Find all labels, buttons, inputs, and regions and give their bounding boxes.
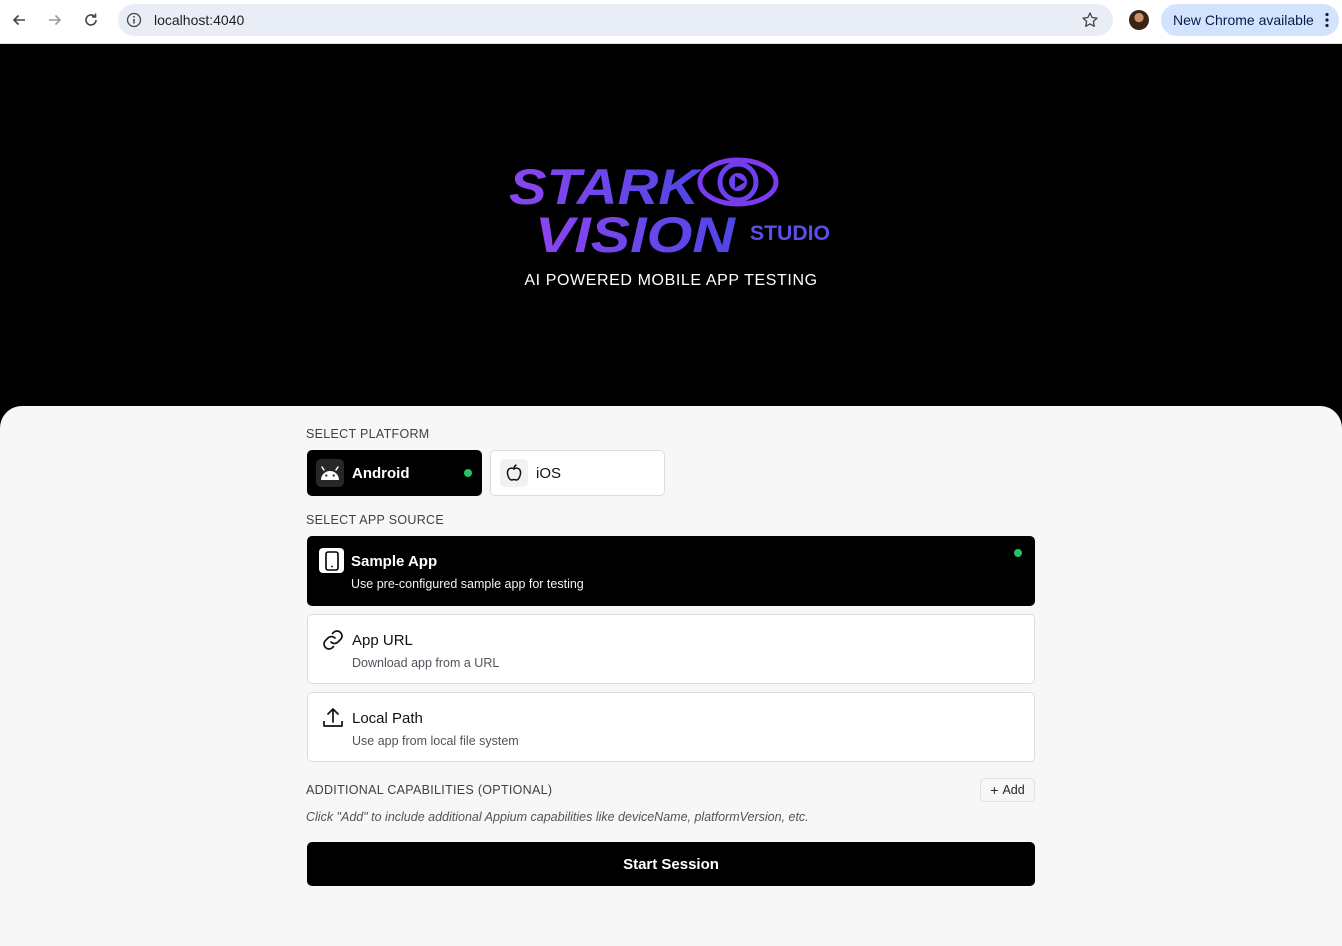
- stark-vision-logo: STARK VISION STUDIO: [509, 157, 830, 262]
- url-text[interactable]: localhost:4040: [154, 12, 244, 28]
- site-info-icon[interactable]: [126, 12, 142, 28]
- tagline: AI POWERED MOBILE APP TESTING: [524, 272, 818, 289]
- chrome-update-button[interactable]: New Chrome available: [1161, 4, 1339, 36]
- source-sample-app-card[interactable]: Sample App Use pre-configured sample app…: [307, 536, 1035, 606]
- platform-android-button[interactable]: Android: [307, 450, 482, 496]
- smartphone-icon: [319, 548, 344, 573]
- session-config-panel: SELECT PLATFORM Android iOS SELECT APP S…: [0, 406, 1342, 946]
- hero-banner: STARK VISION STUDIO AI POWERED MOBILE AP…: [0, 44, 1342, 414]
- source-app-url-card[interactable]: App URL Download app from a URL: [307, 614, 1035, 684]
- source-app-url-desc: Download app from a URL: [352, 656, 500, 670]
- link-icon: [320, 627, 345, 652]
- reload-icon: [85, 13, 97, 26]
- android-icon: [316, 459, 344, 487]
- eye-icon: [697, 157, 779, 207]
- source-sample-app-title: Sample App: [351, 553, 438, 570]
- start-session-button[interactable]: Start Session: [307, 842, 1035, 886]
- forward-button[interactable]: [43, 8, 67, 32]
- logo-line-2: VISION: [535, 207, 736, 262]
- bookmark-star-icon[interactable]: [1081, 11, 1099, 29]
- logo-suffix: STUDIO: [750, 222, 830, 245]
- forward-arrow-icon: [49, 14, 62, 26]
- platform-android-label: Android: [352, 464, 410, 482]
- profile-avatar[interactable]: [1129, 10, 1149, 30]
- back-arrow-icon: [12, 14, 25, 26]
- plus-icon: +: [990, 782, 999, 798]
- address-bar[interactable]: localhost:4040: [118, 4, 1113, 36]
- add-capability-label: Add: [1002, 783, 1025, 797]
- source-local-path-title: Local Path: [352, 710, 423, 727]
- upload-icon: [320, 705, 345, 730]
- source-local-path-desc: Use app from local file system: [352, 734, 519, 748]
- add-capability-button[interactable]: + Add: [980, 778, 1035, 802]
- platform-ios-button[interactable]: iOS: [490, 450, 665, 496]
- app-source-section-label: SELECT APP SOURCE: [306, 513, 445, 527]
- source-sample-app-desc: Use pre-configured sample app for testin…: [351, 577, 584, 591]
- capabilities-section-label: ADDITIONAL CAPABILITIES (OPTIONAL): [306, 783, 553, 797]
- selected-indicator: [464, 469, 472, 477]
- platform-ios-label: iOS: [536, 464, 562, 482]
- reload-button[interactable]: [79, 8, 103, 32]
- more-menu-icon[interactable]: [1325, 12, 1329, 28]
- source-local-path-card[interactable]: Local Path Use app from local file syste…: [307, 692, 1035, 762]
- source-app-url-title: App URL: [352, 632, 413, 649]
- capabilities-hint: Click "Add" to include additional Appium…: [306, 810, 809, 824]
- selected-indicator: [1014, 549, 1022, 557]
- update-label: New Chrome available: [1173, 12, 1314, 28]
- apple-icon: [500, 459, 528, 487]
- platform-section-label: SELECT PLATFORM: [306, 427, 430, 441]
- back-button[interactable]: [7, 8, 31, 32]
- browser-toolbar: localhost:4040 New Chrome available: [0, 0, 1342, 44]
